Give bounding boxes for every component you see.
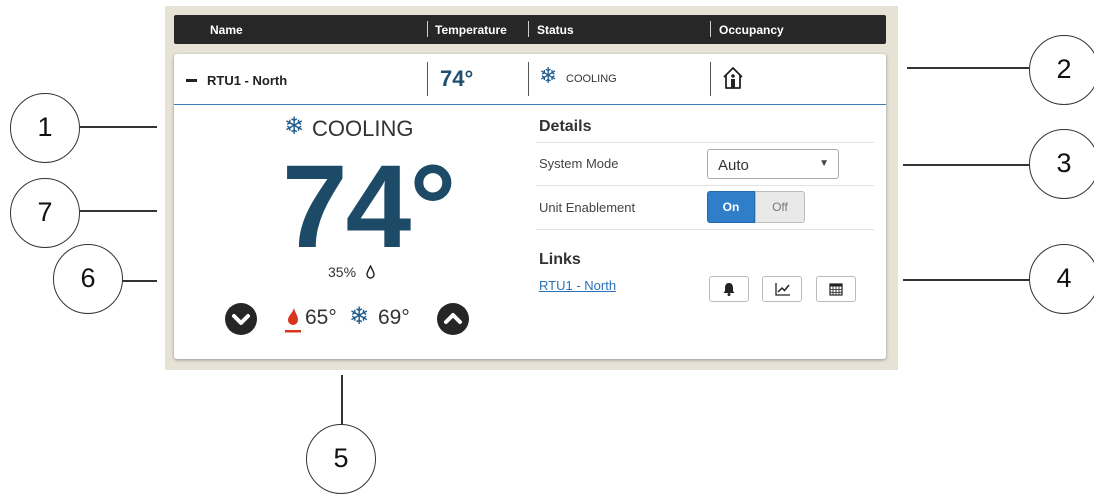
header-divider (528, 21, 529, 37)
details-heading: Details (539, 118, 592, 135)
unit-link[interactable]: RTU1 - North (539, 278, 616, 293)
cool-setpoint: 69° (378, 306, 410, 329)
unit-enablement-label: Unit Enablement (539, 200, 636, 215)
divider (536, 142, 874, 143)
column-divider (710, 62, 711, 96)
bell-icon (723, 283, 735, 296)
callout-leader (120, 280, 157, 282)
flame-icon (285, 308, 301, 333)
trends-button[interactable] (762, 276, 802, 302)
calendar-icon (829, 283, 843, 296)
occupied-home-icon (723, 67, 743, 89)
droplet-icon (366, 265, 375, 279)
current-status: COOLING (312, 116, 414, 141)
header-divider (710, 21, 711, 37)
header-occupancy: Occupancy (719, 23, 784, 37)
header-status: Status (537, 23, 574, 37)
links-heading: Links (539, 251, 581, 268)
minus-icon[interactable] (186, 79, 197, 82)
callout-3: 3 (1029, 129, 1094, 199)
divider (536, 185, 874, 186)
callout-5: 5 (306, 424, 376, 494)
callout-leader (80, 126, 157, 128)
callout-leader (341, 375, 343, 425)
heat-setpoint: 65° (305, 306, 337, 329)
unit-summary-row[interactable]: RTU1 - North 74° ❄ COOLING (174, 54, 886, 105)
header-name: Name (210, 23, 243, 37)
callout-leader (903, 279, 1029, 281)
callout-2: 2 (1029, 35, 1094, 105)
callout-leader (907, 67, 1029, 69)
schedule-button[interactable] (816, 276, 856, 302)
snowflake-icon: ❄ (349, 303, 370, 330)
system-mode-select[interactable]: Auto ▼ (707, 149, 839, 179)
callout-1: 1 (10, 93, 80, 163)
callout-leader (80, 210, 157, 212)
alarms-button[interactable] (709, 276, 749, 302)
unit-status: COOLING (566, 73, 617, 85)
callout-leader (903, 164, 1029, 166)
unit-temperature: 74° (440, 66, 474, 91)
chevron-up-icon (444, 313, 462, 324)
snowflake-icon: ❄ (284, 113, 305, 140)
divider (536, 229, 874, 230)
callout-4: 4 (1029, 244, 1094, 314)
decrease-setpoint-button[interactable] (225, 303, 257, 335)
column-divider (427, 62, 428, 96)
current-temperature: 74° (282, 141, 456, 273)
humidity-value: 35% (328, 264, 357, 280)
system-mode-label: System Mode (539, 156, 619, 171)
callout-7: 7 (10, 178, 80, 248)
enable-on-button[interactable]: On (707, 191, 755, 223)
trend-chart-icon (775, 283, 790, 296)
table-header: Name Temperature Status Occupancy (174, 15, 886, 44)
column-divider (528, 62, 529, 96)
caret-down-icon: ▼ (819, 158, 829, 169)
chevron-down-icon (232, 314, 250, 325)
increase-setpoint-button[interactable] (437, 303, 469, 335)
system-mode-value: Auto (718, 157, 749, 174)
snowflake-icon: ❄ (539, 63, 558, 88)
unit-card: RTU1 - North 74° ❄ COOLING ❄ COOLING 74°… (174, 54, 886, 359)
unit-name: RTU1 - North (207, 73, 288, 88)
callout-6: 6 (53, 244, 123, 314)
header-temperature: Temperature (435, 23, 507, 37)
header-divider (427, 21, 428, 37)
enable-off-button[interactable]: Off (755, 191, 805, 223)
